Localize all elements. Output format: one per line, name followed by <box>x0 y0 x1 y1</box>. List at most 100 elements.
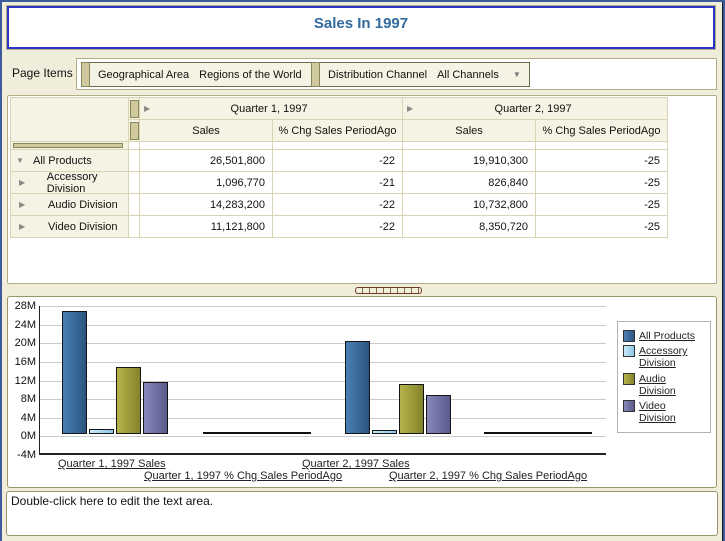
dimension-label: Distribution Channel <box>328 68 428 81</box>
y-tick-label: 0M <box>20 430 36 443</box>
chart-bar-video-division[interactable] <box>565 432 592 434</box>
y-tick-label: 16M <box>14 355 36 368</box>
chart-bar-all-products[interactable] <box>203 432 230 434</box>
gridline <box>40 436 606 438</box>
axis-label-q2-sales[interactable]: Quarter 2, 1997 Sales <box>302 458 410 470</box>
chart-bar-accessory-division[interactable] <box>372 430 397 434</box>
chart-bar-video-division[interactable] <box>426 395 451 434</box>
axis-handle-icon[interactable] <box>129 121 139 140</box>
column-header-quarter1[interactable]: ▶ Quarter 1, 1997 <box>140 98 403 120</box>
gutter-cell <box>129 150 140 172</box>
row-header-audio-division[interactable]: ▶ Audio Division <box>11 194 129 216</box>
gutter-cell <box>129 216 140 238</box>
gutter-header-cell <box>129 120 140 142</box>
dimension-value: All Channels <box>437 68 499 81</box>
chart-bar-accessory-division[interactable] <box>511 432 538 434</box>
y-tick-label: 24M <box>14 318 36 331</box>
legend-swatch-icon <box>623 399 635 412</box>
y-tick-label: 12M <box>14 374 36 387</box>
corner-cell <box>11 98 129 142</box>
axis-label-q1-pctchg[interactable]: Quarter 1, 1997 % Chg Sales PeriodAgo <box>144 470 342 482</box>
spacer-cell <box>403 142 536 150</box>
gridline <box>40 343 606 345</box>
gutter-cell <box>129 142 140 150</box>
legend-item-accessory-division[interactable]: Accessory Division <box>623 345 705 369</box>
geographical-area-dropdown[interactable]: Geographical Area Regions of the World ▼ <box>90 62 333 87</box>
legend-label: Video Division <box>639 399 676 424</box>
axis-label-q1-sales[interactable]: Quarter 1, 1997 Sales <box>58 458 166 470</box>
column-header-label: Quarter 1, 1997 <box>230 102 308 115</box>
data-cell: -25 <box>536 216 668 238</box>
legend-item-audio-division[interactable]: Audio Division <box>623 372 705 397</box>
legend-swatch-icon <box>623 330 635 342</box>
row-label: Video Division <box>48 220 118 233</box>
y-tick-label: 28M <box>14 300 36 312</box>
chart-bar-video-division[interactable] <box>284 432 311 434</box>
data-cell: -22 <box>273 150 403 172</box>
distribution-channel-dropdown[interactable]: Distribution Channel All Channels ▼ <box>320 62 530 87</box>
chart-bar-accessory-division[interactable] <box>89 429 114 434</box>
report-title-box: Sales In 1997 <box>6 5 716 50</box>
data-cell: -22 <box>273 194 403 216</box>
y-tick-label: 4M <box>20 411 36 424</box>
legend-label: Accessory Division <box>639 345 688 370</box>
chart-bar-audio-division[interactable] <box>116 367 141 434</box>
legend-item-all-products[interactable]: All Products <box>623 330 705 342</box>
crosstab-section: ▶ Quarter 1, 1997 ▶ Quarter 2, 1997 Sale… <box>7 95 717 284</box>
dimension-value: Regions of the World <box>199 68 302 81</box>
chart-bar-video-division[interactable] <box>143 382 168 434</box>
chart-bar-all-products[interactable] <box>345 341 370 434</box>
splitter-handle[interactable] <box>355 287 422 294</box>
chart-bar-audio-division[interactable] <box>538 432 565 434</box>
y-tick-label: 20M <box>14 337 36 350</box>
row-label: Audio Division <box>48 198 118 211</box>
gutter-cell <box>129 172 140 194</box>
chart-bar-accessory-division[interactable] <box>230 432 257 434</box>
axis-handle-icon[interactable] <box>13 143 123 148</box>
expand-icon[interactable]: ▶ <box>19 222 29 231</box>
data-cell: 10,732,800 <box>403 194 536 216</box>
chart-bar-audio-division[interactable] <box>399 384 424 434</box>
drag-handle-icon[interactable] <box>81 62 90 87</box>
text-area[interactable]: Double-click here to edit the text area. <box>6 491 718 536</box>
data-cell: -25 <box>536 172 668 194</box>
data-cell: 1,096,770 <box>140 172 273 194</box>
subcolumn-header-sales[interactable]: Sales <box>140 120 273 142</box>
chart-legend: All Products Accessory Division Audio Divi… <box>617 321 711 433</box>
subcolumn-header-pctchg[interactable]: % Chg Sales PeriodAgo <box>273 120 403 142</box>
subcolumn-header-pctchg[interactable]: % Chg Sales PeriodAgo <box>536 120 668 142</box>
chart-y-axis: 28M 24M 20M 16M 12M 8M 4M 0M -4M <box>8 297 36 467</box>
chart-bar-audio-division[interactable] <box>257 432 284 434</box>
expand-icon[interactable]: ▶ <box>19 178 28 187</box>
row-header-accessory-division[interactable]: ▶ Accessory Division <box>11 170 129 195</box>
drill-arrow-icon[interactable]: ▶ <box>140 104 150 113</box>
data-cell: -21 <box>273 172 403 194</box>
y-tick-label: 8M <box>20 393 36 406</box>
legend-item-video-division[interactable]: Video Division <box>623 399 705 424</box>
column-header-quarter2[interactable]: ▶ Quarter 2, 1997 <box>403 98 668 120</box>
axis-label-q2-pctchg[interactable]: Quarter 2, 1997 % Chg Sales PeriodAgo <box>389 470 587 482</box>
page-item-geographical-area: Geographical Area Regions of the World ▼ <box>81 62 333 87</box>
drag-handle-icon[interactable] <box>311 62 320 87</box>
collapse-icon[interactable]: ▼ <box>16 156 26 165</box>
chart-bar-all-products[interactable] <box>62 311 87 434</box>
chart-section: 28M 24M 20M 16M 12M 8M 4M 0M -4M Quarter 1, 1997… <box>7 296 717 488</box>
chevron-down-icon[interactable]: ▼ <box>513 70 521 79</box>
page-title: Sales In 1997 <box>313 15 409 32</box>
data-cell: 19,910,300 <box>403 150 536 172</box>
row-header-video-division[interactable]: ▶ Video Division <box>11 216 129 238</box>
row-header-all-products[interactable]: ▼ All Products <box>11 150 129 172</box>
expand-icon[interactable]: ▶ <box>19 200 29 209</box>
page-items-bar: Geographical Area Regions of the World ▼… <box>76 58 717 90</box>
legend-label: All Products <box>639 330 696 342</box>
drill-arrow-icon[interactable]: ▶ <box>403 104 413 113</box>
spacer-cell <box>273 142 403 150</box>
axis-handle-icon[interactable] <box>129 99 139 118</box>
data-cell: 14,283,200 <box>140 194 273 216</box>
legend-label: Audio Division <box>639 372 676 397</box>
subcolumn-header-sales[interactable]: Sales <box>403 120 536 142</box>
page-items-label: Page Items <box>12 66 73 80</box>
chart-bar-all-products[interactable] <box>484 432 511 434</box>
data-cell: 826,840 <box>403 172 536 194</box>
row-label: Accessory Division <box>46 170 98 195</box>
